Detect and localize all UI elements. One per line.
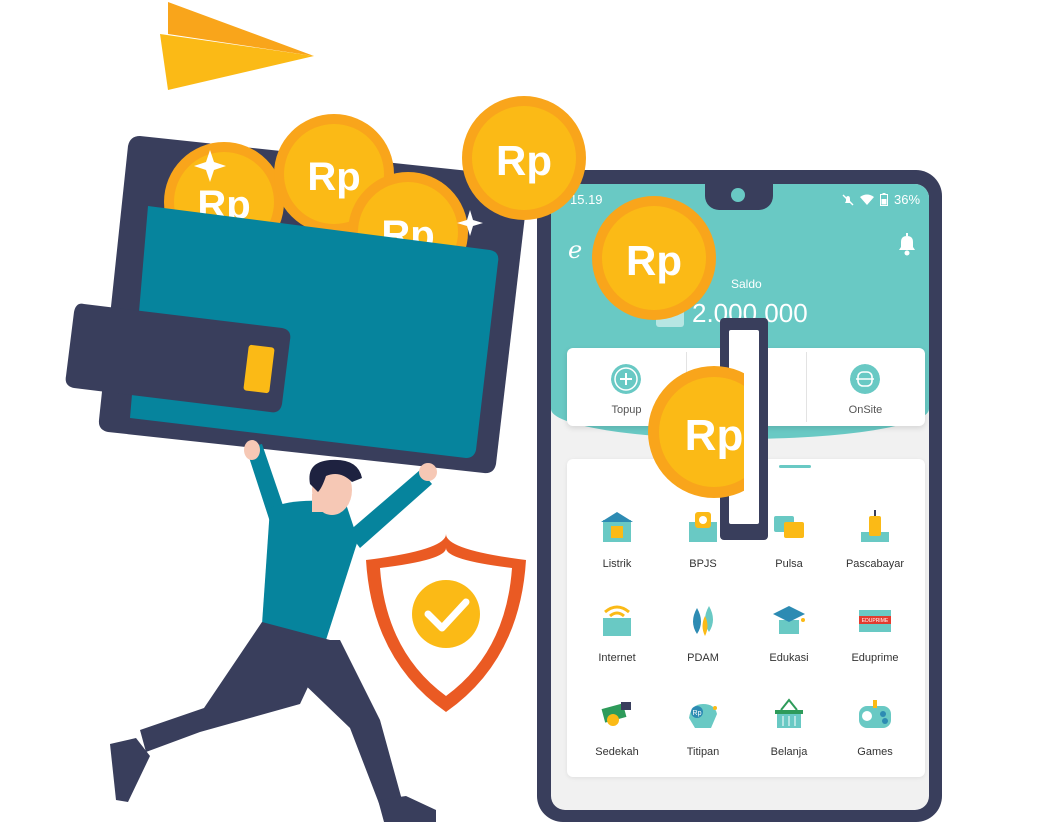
foreground-illustration: Rp Rp Rp Rp Rp Rp: [65, 96, 768, 540]
coin-icon: Rp: [592, 196, 716, 320]
coin-icon: Rp: [462, 96, 586, 220]
wallet-front-illustration: [65, 206, 499, 458]
coin-symbol: Rp: [307, 155, 360, 199]
coin-symbol: Rp: [496, 137, 552, 184]
coin-symbol: Rp: [626, 237, 682, 284]
coin-symbol: Rp: [685, 411, 744, 460]
